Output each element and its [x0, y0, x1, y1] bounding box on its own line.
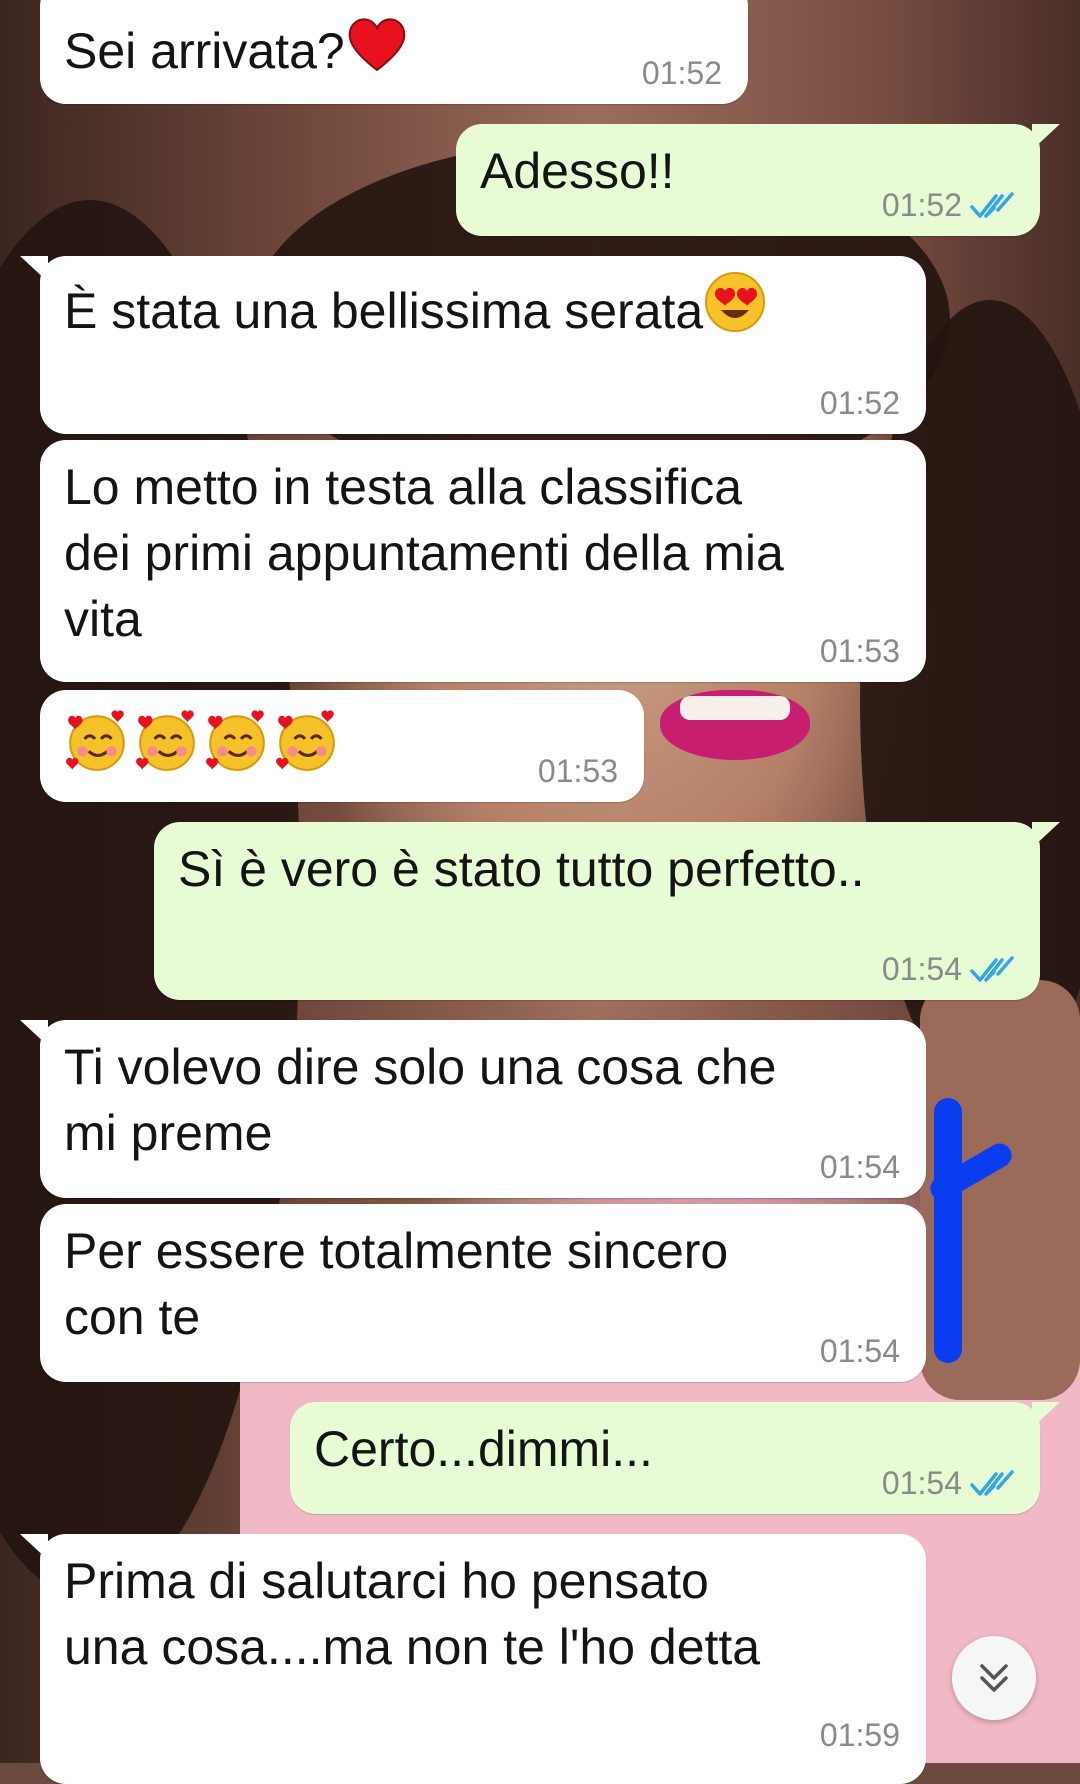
double-check-icon — [970, 1469, 1014, 1496]
message-bubble-incoming[interactable]: Sei arrivata? 01:52 — [40, 0, 748, 104]
message-bubble-outgoing[interactable]: Sì è vero è stato tutto perfetto.. 01:54 — [154, 822, 1060, 1000]
smiling-face-with-hearts-icon — [64, 708, 620, 774]
message-bubble-incoming[interactable]: È stata una bellissima serata 01:52 — [20, 256, 926, 434]
message-text: È stata una bellissima serata — [64, 283, 704, 339]
double-check-icon — [970, 191, 1014, 218]
message-bubble-incoming[interactable]: Ti volevo dire solo una cosa che mi prem… — [20, 1020, 926, 1198]
message-time: 01:54 — [882, 1465, 1014, 1502]
message-text: Per essere totalmente sincero con te — [64, 1223, 729, 1345]
message-text: Ti volevo dire solo una cosa che mi prem… — [64, 1039, 777, 1161]
message-time: 01:52 — [882, 187, 1014, 224]
message-time: 01:52 — [819, 385, 900, 421]
message-bubble-incoming[interactable]: Lo metto in testa alla classifica dei pr… — [40, 440, 926, 682]
message-text: Sì è vero è stato tutto perfetto.. — [178, 841, 865, 897]
message-text: Prima di salutarci ho pensato una cosa..… — [64, 1553, 761, 1675]
double-chevron-down-icon — [980, 1664, 1008, 1692]
message-time: 01:53 — [819, 633, 900, 669]
heart-eyes-emoji-icon — [703, 270, 767, 339]
double-check-icon — [970, 955, 1014, 982]
message-text: Certo...dimmi... — [314, 1421, 653, 1477]
message-text: Adesso!! — [480, 143, 675, 199]
red-heart-icon — [345, 14, 409, 79]
message-bubble-outgoing[interactable]: Certo...dimmi... 01:54 — [290, 1402, 1060, 1514]
message-time: 01:54 — [819, 1333, 900, 1369]
message-time: 01:59 — [819, 1717, 900, 1753]
message-list[interactable]: Sei arrivata? 01:52 Adesso!! 01:52 È sta… — [0, 0, 1080, 1784]
message-text: Lo metto in testa alla classifica dei pr… — [64, 459, 784, 647]
message-bubble-incoming[interactable]: 01:53 — [40, 690, 644, 802]
message-bubble-incoming[interactable]: Prima di salutarci ho pensato una cosa..… — [20, 1534, 926, 1784]
message-text: Sei arrivata? — [64, 23, 345, 79]
message-time: 01:54 — [819, 1149, 900, 1185]
message-bubble-incoming[interactable]: Per essere totalmente sincero con te 01:… — [40, 1204, 926, 1382]
message-time: 01:52 — [641, 55, 722, 91]
message-bubble-outgoing[interactable]: Adesso!! 01:52 — [456, 124, 1060, 236]
scroll-to-bottom-button[interactable] — [952, 1636, 1036, 1720]
message-time: 01:54 — [882, 951, 1014, 988]
message-time: 01:53 — [537, 753, 618, 789]
